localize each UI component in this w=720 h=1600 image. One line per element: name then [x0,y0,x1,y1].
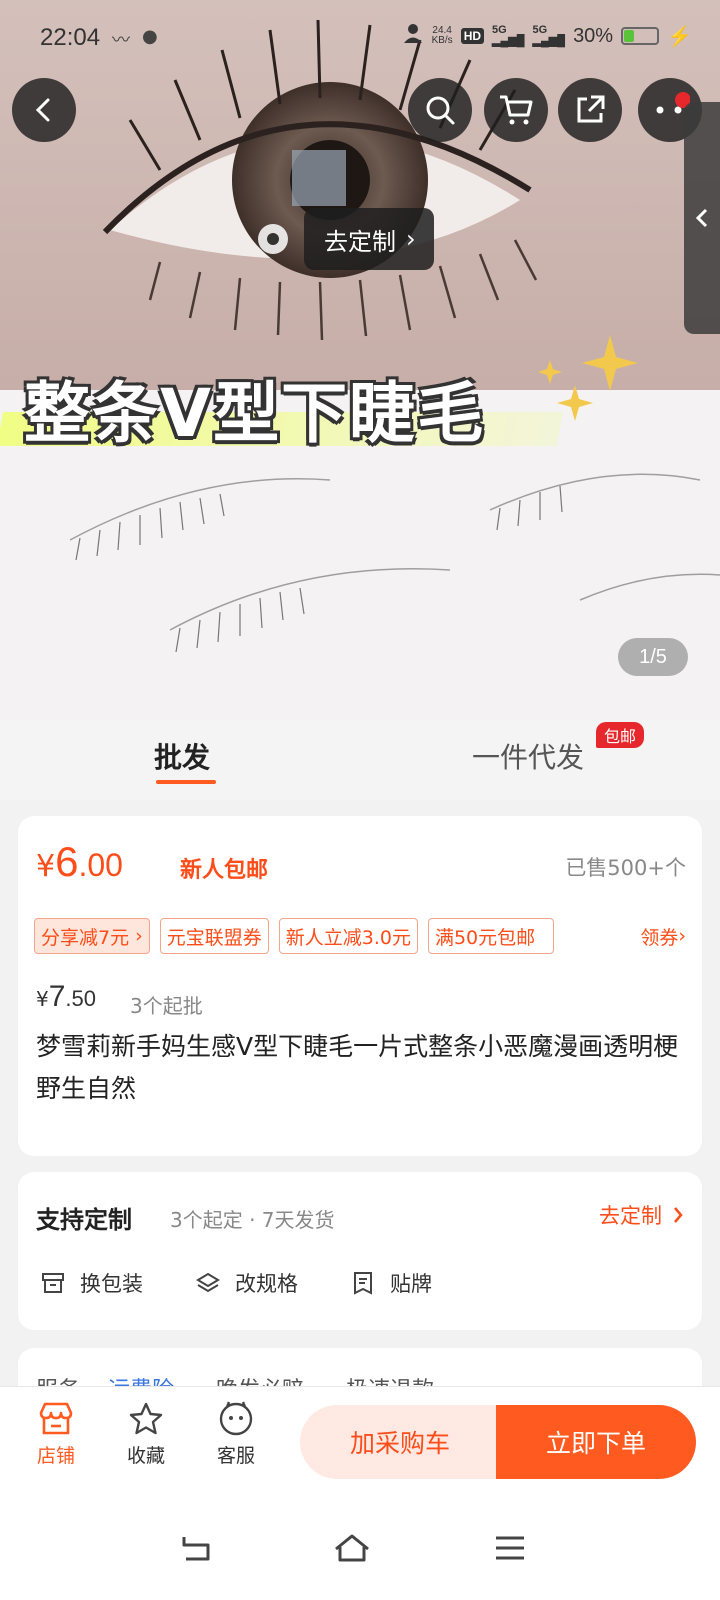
customization-options: 换包装 改规格 贴牌 [40,1268,432,1298]
image-counter: 1/5 [618,638,688,676]
store-icon [39,1402,73,1435]
nav-back-button[interactable] [176,1528,216,1568]
hd-indicator: HD [460,28,485,44]
original-currency: ¥ [36,987,49,1011]
customization-title: 支持定制 [36,1206,132,1234]
status-time: 22:04 [40,24,101,51]
app-notification-icon: 〰 [112,30,130,51]
search-button[interactable] [408,78,472,142]
net-speed-unit: KB/s [431,35,453,46]
side-drawer-handle[interactable] [684,102,720,334]
signal-2: 5G ▂▄▆█ [532,24,566,47]
customer-service-button[interactable]: 客服 [200,1401,272,1468]
store-label: 店铺 [36,1445,75,1467]
nav-home-button[interactable] [332,1528,372,1568]
coupon-tag[interactable]: 新人立减3.0元 [278,918,418,954]
minimum-order: 3个起批 [130,994,203,1018]
status-indicators: 24.4 KB/s HD 5G ▂▄▆█ 5G ▂▄▆█ 30% ⚡ [402,22,692,50]
hotspot-dot [258,224,288,254]
add-to-cart-button[interactable]: 加采购车 [300,1405,500,1479]
option-private-label[interactable]: 贴牌 [350,1268,432,1298]
back-button[interactable] [12,78,76,142]
price-note: 新人包邮 [180,858,269,883]
free-shipping-badge: 包邮 [596,722,645,748]
sold-count: 已售500+个 [565,856,686,880]
bottom-action-bar: 店铺 收藏 客服 加采购车 立即下单 [0,1386,720,1492]
current-price: ¥ 6 .00 [36,838,123,886]
customize-tag[interactable]: 去定制 › [258,208,434,270]
wechat-icon: ● [142,26,158,47]
layers-icon [196,1272,220,1293]
customer-service-label: 客服 [216,1445,255,1467]
tab-active-indicator [156,780,216,784]
coupon-list: 分享减7元 › 元宝联盟券 新人立减3.0元 满50元包邮 [34,918,702,954]
search-icon [426,96,455,125]
price-card: ¥ 6 .00 新人包邮 已售500+个 分享减7元 › 元宝联盟券 新人立减3… [18,816,702,1156]
box-icon [42,1273,64,1293]
buy-now-button[interactable]: 立即下单 [496,1405,696,1479]
customization-card[interactable]: 支持定制 3个起定 · 7天发货 去定制 换包装 改规格 贴牌 [18,1172,702,1330]
charging-icon: ⚡ [667,25,692,48]
store-button[interactable]: 店铺 [20,1401,92,1468]
label-icon [354,1272,372,1295]
banner-text: 整条V型下睫毛 [24,375,486,452]
purchase-mode-tabs: 批发 一件代发 包邮 [0,720,720,800]
customization-info: 3个起定 · 7天发货 [170,1208,335,1232]
price-integer: 6 [55,838,79,885]
original-integer: 7 [48,980,66,1013]
coupon-tag[interactable]: 满50元包邮 [427,918,554,954]
back-arrow-icon [35,98,50,122]
user-icon [402,22,424,50]
tab-wholesale[interactable]: 批发 [154,736,210,776]
favorite-button[interactable]: 收藏 [110,1401,182,1468]
battery-fill [624,30,635,42]
signal-1: 5G ▂▄▆█ [492,24,525,47]
favorite-label: 收藏 [126,1445,165,1467]
cart-button[interactable] [484,78,548,142]
system-nav-bar [0,1492,720,1600]
menu-icon [496,1536,524,1560]
product-image-carousel[interactable]: 整条V型下睫毛 22:04 〰 ● 24.4 KB/s HD 5G ▂▄▆█ 5G… [0,0,720,720]
star-icon [129,1402,163,1435]
chevron-right-icon: › [406,225,416,253]
option-repackage[interactable]: 换包装 [40,1268,143,1298]
share-button[interactable] [558,78,622,142]
go-customize-link[interactable]: 去定制 [599,1200,684,1230]
option-change-spec[interactable]: 改规格 [195,1268,298,1298]
back-nav-icon [182,1537,210,1561]
coupon-tag[interactable]: 元宝联盟券 [159,918,269,954]
battery-percent: 30% [573,24,614,47]
coupon-tag[interactable]: 分享减7元 › [34,918,150,954]
customize-pill[interactable]: 去定制 › [304,208,434,270]
get-coupon-button[interactable]: 领券 › [636,918,686,954]
customize-label: 去定制 [324,227,396,256]
tab-dropship[interactable]: 一件代发 [472,736,584,776]
original-decimal: .50 [65,986,97,1011]
battery-icon [621,27,660,45]
chat-face-icon [219,1401,253,1436]
chevron-right-icon [674,1207,683,1223]
status-bar: 22:04 〰 ● 24.4 KB/s HD 5G ▂▄▆█ 5G ▂▄▆█ 30%… [0,0,720,76]
nav-menu-button[interactable] [490,1528,530,1568]
chevron-left-icon [695,208,708,228]
cart-icon [500,95,533,125]
home-icon [335,1534,369,1562]
price-decimal: .00 [78,847,123,883]
net-speed: 24.4 KB/s [432,26,453,46]
price-currency: ¥ [36,849,56,884]
share-icon [577,95,605,123]
product-title: 梦雪莉新手妈生感V型下睫毛一片式整条小恶魔漫画透明梗野生自然 [36,1032,679,1103]
original-price: ¥ 7 .50 [36,980,96,1014]
